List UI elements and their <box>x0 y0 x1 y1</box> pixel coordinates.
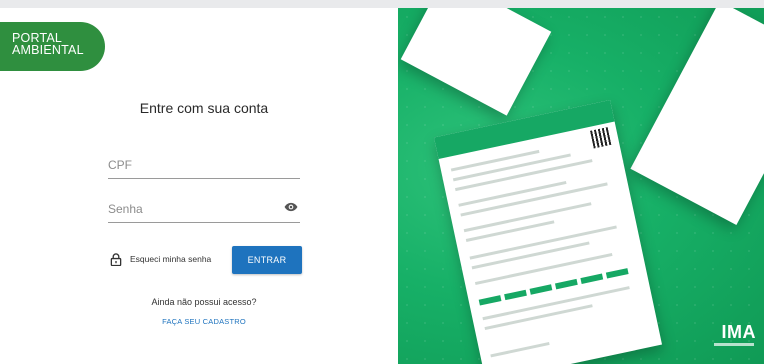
cpf-input[interactable] <box>108 158 300 179</box>
cpf-field <box>108 156 300 179</box>
signup-link[interactable]: FAÇA SEU CADASTRO <box>108 317 300 326</box>
forgot-password-link[interactable]: Esqueci minha senha <box>110 248 211 270</box>
logo-line-2: AMBIENTAL <box>12 43 84 57</box>
no-access-text: Ainda não possui acesso? <box>151 297 257 307</box>
lock-icon <box>110 252 122 266</box>
forgot-password-label: Esqueci minha senha <box>130 254 212 264</box>
qr-code-graphic <box>590 127 612 149</box>
password-input[interactable] <box>108 202 300 223</box>
eye-icon[interactable] <box>284 201 298 213</box>
portal-ambiental-logo: PORTAL AMBIENTAL <box>0 22 105 71</box>
login-panel: PORTAL AMBIENTAL Entre com sua conta Esq… <box>0 8 398 364</box>
enter-button[interactable]: ENTRAR <box>232 246 302 274</box>
promo-panel: IMA <box>398 8 764 364</box>
page-frame: PORTAL AMBIENTAL Entre com sua conta Esq… <box>0 8 764 364</box>
ima-logo: IMA <box>721 322 756 342</box>
ima-logo-underline <box>714 343 754 346</box>
login-title: Entre com sua conta <box>139 100 269 116</box>
password-field <box>108 200 300 223</box>
